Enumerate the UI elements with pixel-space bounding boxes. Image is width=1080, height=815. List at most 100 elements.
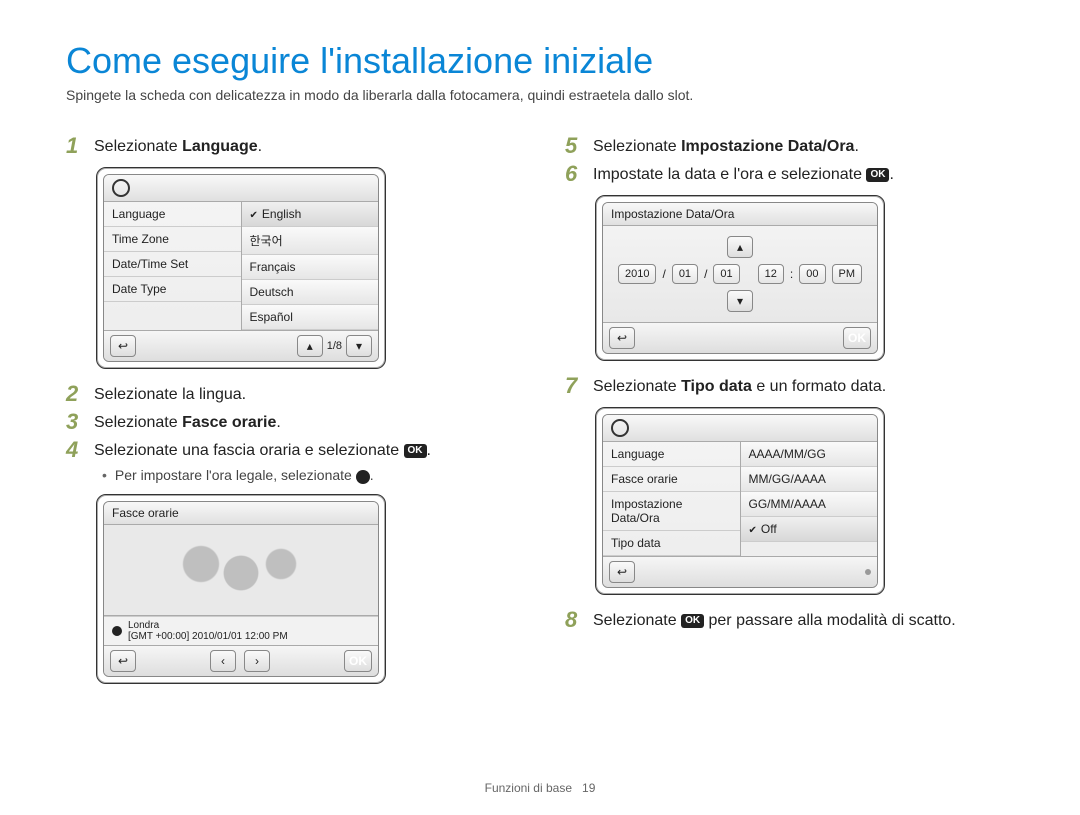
step-number: 2	[66, 383, 86, 405]
step-number: 7	[565, 375, 585, 397]
separator: :	[790, 267, 793, 281]
dst-icon	[356, 470, 370, 484]
pager-down-button[interactable]: ▾	[346, 335, 372, 357]
text: Selezionate	[94, 414, 182, 431]
step-number: 4	[66, 439, 86, 461]
step-5: 5 Selezionate Impostazione Data/Ora.	[565, 135, 1014, 157]
list-item[interactable]: Español	[242, 305, 379, 330]
pager-up-button[interactable]: ▴	[297, 335, 323, 357]
world-map[interactable]	[104, 525, 378, 616]
step-3: 3 Selezionate Fasce orarie.	[66, 411, 515, 433]
text: e un formato data.	[752, 378, 886, 395]
device-status: Londra [GMT +00:00] 2010/01/01 12:00 PM	[104, 616, 378, 645]
day-field[interactable]: 01	[713, 264, 739, 284]
page-subtitle: Spingete la scheda con delicatezza in mo…	[66, 87, 1014, 103]
device-columns: Language Time Zone Date/Time Set Date Ty…	[104, 202, 378, 330]
device-timezone: Fasce orarie Londra [GMT +00:00] 2010/01…	[96, 494, 386, 684]
list-item[interactable]: Fasce orarie	[603, 467, 740, 492]
text: .	[889, 166, 893, 183]
device-title: Fasce orarie	[104, 502, 379, 525]
up-button[interactable]: ▴	[727, 236, 753, 258]
step-4-bullet: Per impostare l'ora legale, selezionate …	[102, 467, 515, 483]
step-text: Selezionate Language.	[94, 138, 262, 156]
column-right: 5 Selezionate Impostazione Data/Ora. 6 I…	[565, 129, 1014, 751]
nav-arrows: ‹ ›	[210, 650, 270, 672]
step-number: 3	[66, 411, 86, 433]
gmt-label: [GMT +00:00] 2010/01/01 12:00 PM	[128, 631, 288, 642]
separator: /	[704, 267, 707, 281]
step-text: Selezionate Tipo data e un formato data.	[593, 378, 886, 396]
text: Selezionate	[94, 138, 182, 155]
text: Per impostare l'ora legale, selezionate	[115, 467, 356, 483]
step-number: 6	[565, 163, 585, 185]
device-date-type: Language Fasce orarie Impostazione Data/…	[595, 407, 885, 595]
ok-button[interactable]: OK	[843, 327, 871, 349]
step-text: Selezionate Fasce orarie.	[94, 414, 281, 432]
text: .	[427, 442, 431, 459]
device-navbar: ↩ ‹ › OK	[104, 645, 378, 676]
back-button[interactable]: ↩	[609, 327, 635, 349]
text: Selezionate una fascia oraria e selezion…	[94, 442, 404, 459]
device-body: Impostazione Data/Ora ▴ 2010 / 01 / 01 1…	[602, 202, 878, 354]
list-item-selected[interactable]: English	[242, 202, 379, 227]
pager-label: 1/8	[327, 340, 342, 352]
month-field[interactable]: 01	[672, 264, 698, 284]
device-body: Language Fasce orarie Impostazione Data/…	[602, 414, 878, 588]
device-body: Language Time Zone Date/Time Set Date Ty…	[103, 174, 379, 362]
map-graphic	[141, 540, 341, 600]
step-4: 4 Selezionate una fascia oraria e selezi…	[66, 439, 515, 461]
back-button[interactable]: ↩	[609, 561, 635, 583]
list-item[interactable]: Language	[104, 202, 241, 227]
down-button[interactable]: ▾	[727, 290, 753, 312]
list-item[interactable]: Time Zone	[104, 227, 241, 252]
content-columns: 1 Selezionate Language. Language Time Zo…	[66, 129, 1014, 751]
gear-icon	[112, 179, 130, 197]
bullet-text: Per impostare l'ora legale, selezionate …	[115, 467, 374, 483]
next-button[interactable]: ›	[244, 650, 270, 672]
list-item[interactable]: Language	[603, 442, 740, 467]
ok-icon: OK	[681, 614, 704, 628]
gear-icon	[611, 419, 629, 437]
back-button[interactable]: ↩	[110, 650, 136, 672]
column-left: 1 Selezionate Language. Language Time Zo…	[66, 129, 515, 751]
device-footer: ↩	[603, 556, 877, 587]
text: .	[276, 414, 280, 431]
list-item[interactable]: Impostazione Data/Ora	[603, 492, 740, 531]
ok-icon: OK	[404, 444, 427, 458]
list-item[interactable]: Date/Time Set	[104, 252, 241, 277]
minute-field[interactable]: 00	[799, 264, 825, 284]
datetime-editor: ▴ 2010 / 01 / 01 12 : 00 PM	[603, 226, 877, 322]
list-item[interactable]: Date Type	[104, 277, 241, 302]
year-field[interactable]: 2010	[618, 264, 656, 284]
step-text: Selezionate una fascia oraria e selezion…	[94, 442, 431, 460]
prev-button[interactable]: ‹	[210, 650, 236, 672]
list-item[interactable]: Français	[242, 255, 379, 280]
step-8: 8 Selezionate OK per passare alla modali…	[565, 609, 1014, 631]
ok-button[interactable]: OK	[344, 650, 372, 672]
hour-field[interactable]: 12	[758, 264, 784, 284]
list-item[interactable]: MM/GG/AAAA	[741, 467, 878, 492]
text: .	[258, 138, 262, 155]
text-bold: Impostazione Data/Ora	[681, 138, 854, 155]
separator: /	[662, 267, 665, 281]
list-item-selected[interactable]: Off	[741, 517, 878, 542]
ampm-field[interactable]: PM	[832, 264, 863, 284]
back-button[interactable]: ↩	[110, 335, 136, 357]
device-header	[104, 175, 378, 202]
list-item[interactable]: Deutsch	[242, 280, 379, 305]
list-item[interactable]: AAAA/MM/GG	[741, 442, 878, 467]
datetime-row: 2010 / 01 / 01 12 : 00 PM	[618, 264, 862, 284]
page-root: Come eseguire l'installazione iniziale S…	[0, 0, 1080, 815]
step-number: 5	[565, 135, 585, 157]
list-item[interactable]: Tipo data	[603, 531, 740, 556]
page-title: Come eseguire l'installazione iniziale	[66, 40, 1014, 81]
device-left-list: Language Fasce orarie Impostazione Data/…	[603, 442, 741, 556]
step-7: 7 Selezionate Tipo data e un formato dat…	[565, 375, 1014, 397]
list-item[interactable]: 한국어	[242, 227, 379, 255]
text-bold: Fasce orarie	[182, 414, 276, 431]
device-body: Fasce orarie Londra [GMT +00:00] 2010/01…	[103, 501, 379, 677]
text-bold: Language	[182, 138, 258, 155]
device-navbar: ↩ OK	[603, 322, 877, 353]
list-item[interactable]: GG/MM/AAAA	[741, 492, 878, 517]
step-1: 1 Selezionate Language.	[66, 135, 515, 157]
